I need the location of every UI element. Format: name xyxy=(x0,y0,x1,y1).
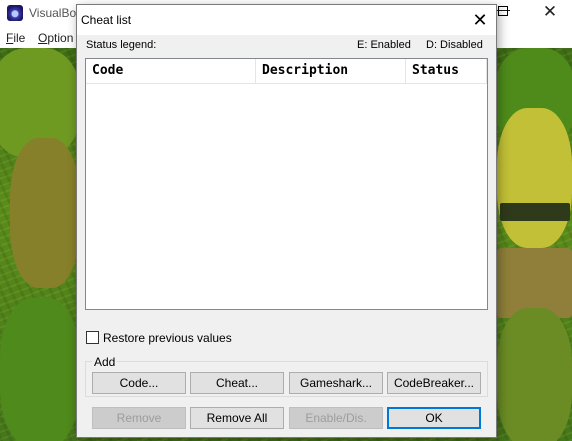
dialog-titlebar: Cheat list ✕ xyxy=(77,5,496,35)
ok-button[interactable]: OK xyxy=(387,407,481,429)
column-header-code[interactable]: Code xyxy=(86,59,256,84)
app-icon xyxy=(7,5,23,21)
close-icon[interactable]: ✕ xyxy=(541,3,559,21)
menu-options-mnemonic: O xyxy=(38,31,48,45)
emulator-title: VisualBo xyxy=(29,6,77,20)
add-code-button[interactable]: Code... xyxy=(92,372,186,394)
status-legend-label: Status legend: xyxy=(86,39,157,51)
menu-options-label: ption xyxy=(47,31,74,45)
dialog-close-icon[interactable]: ✕ xyxy=(467,9,493,31)
add-cheat-button[interactable]: Cheat... xyxy=(190,372,284,394)
dialog-title: Cheat list xyxy=(81,13,132,27)
restore-previous-values-checkbox[interactable] xyxy=(86,331,99,344)
add-gameshark-button[interactable]: Gameshark... xyxy=(289,372,383,394)
add-codebreaker-button[interactable]: CodeBreaker... xyxy=(387,372,481,394)
legend-enabled: E: Enabled xyxy=(357,39,411,51)
menu-file-label: ile xyxy=(13,31,26,45)
game-foliage xyxy=(10,138,80,288)
game-foliage xyxy=(497,308,572,441)
menu-options[interactable]: Option xyxy=(38,31,73,45)
game-foliage xyxy=(500,203,570,221)
enable-disable-button[interactable]: Enable/Dis. xyxy=(289,407,383,429)
column-header-status[interactable]: Status xyxy=(406,59,487,84)
list-header: Code Description Status xyxy=(86,59,487,84)
maximize-icon[interactable] xyxy=(498,6,508,16)
remove-all-button[interactable]: Remove All xyxy=(190,407,284,429)
game-foliage xyxy=(0,298,80,441)
game-foliage xyxy=(497,108,572,248)
cheat-list-view[interactable]: Code Description Status xyxy=(85,58,488,310)
menu-file[interactable]: File xyxy=(6,31,25,45)
column-header-description[interactable]: Description xyxy=(256,59,406,84)
restore-previous-values-label[interactable]: Restore previous values xyxy=(103,331,232,345)
cheat-list-dialog: Cheat list ✕ Status legend: E: Enabled D… xyxy=(76,4,497,438)
legend-disabled: D: Disabled xyxy=(426,39,483,51)
remove-button[interactable]: Remove xyxy=(92,407,186,429)
add-group-caption: Add xyxy=(92,355,118,369)
